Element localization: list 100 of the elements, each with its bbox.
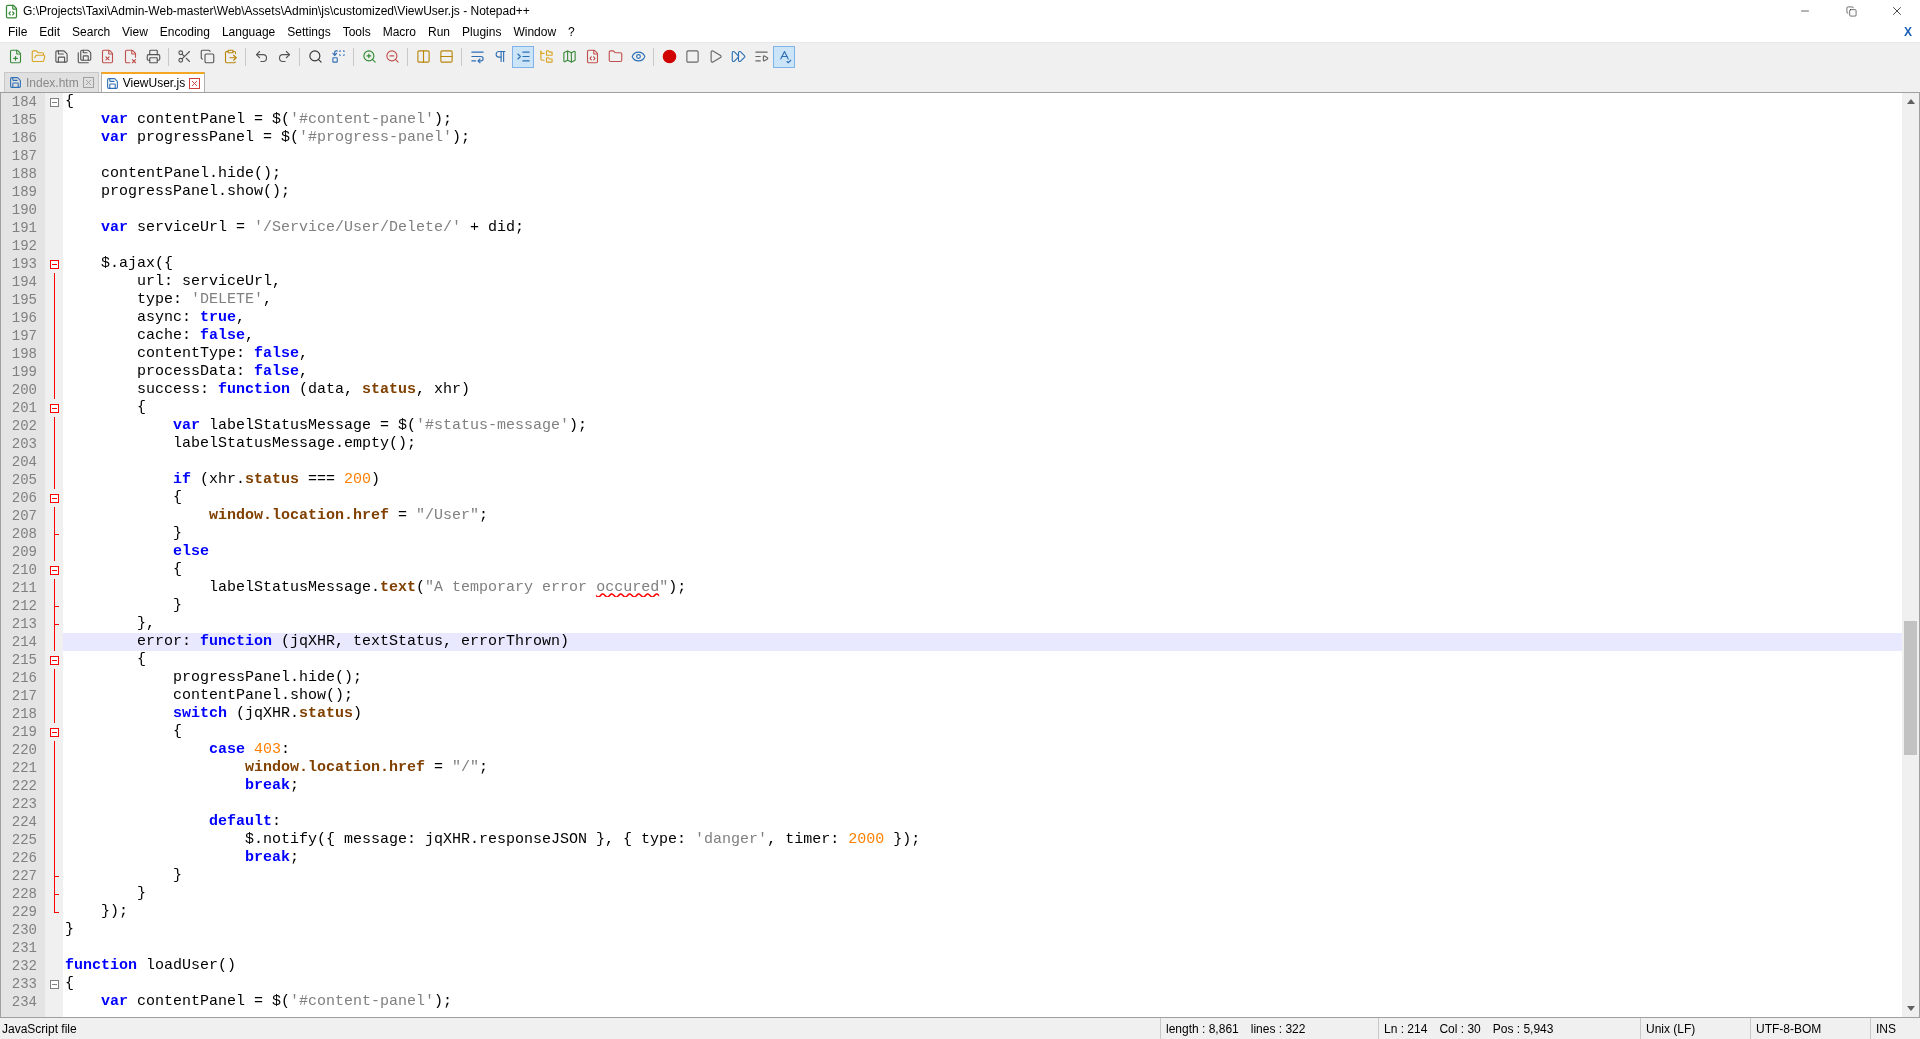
line-number: 204 xyxy=(10,453,38,471)
app-icon xyxy=(4,3,19,19)
tab-label: ViewUser.js xyxy=(122,75,186,92)
tab-close-icon[interactable] xyxy=(189,77,201,89)
save-icon xyxy=(53,49,69,64)
fast-forward-icon xyxy=(730,49,746,64)
line-number: 211 xyxy=(10,579,38,597)
window-title: G:\Projects\Taxi\Admin-Web-master\Web\Assets\Admin\js\customized\ViewUser.js - Notepad++ xyxy=(23,3,530,20)
line-number: 223 xyxy=(10,795,38,813)
pilcrow-icon xyxy=(492,49,508,64)
line-number: 217 xyxy=(10,687,38,705)
menu-item[interactable]: Window xyxy=(507,23,563,41)
close-icon xyxy=(1890,4,1904,18)
line-number: 208 xyxy=(10,525,38,543)
line-number: 199 xyxy=(10,363,38,381)
line-number: 227 xyxy=(10,867,38,885)
fold-toggle-icon[interactable] xyxy=(49,259,59,269)
fold-toggle-icon[interactable] xyxy=(49,97,59,107)
menu-item[interactable]: Edit xyxy=(33,23,67,41)
line-number: 195 xyxy=(10,291,38,309)
scissors-icon xyxy=(176,49,192,64)
menu-item[interactable]: ? xyxy=(562,23,581,41)
zoom-in-icon xyxy=(361,49,377,64)
stop-icon xyxy=(684,49,700,64)
file-icon xyxy=(9,76,22,89)
vertical-scrollbar[interactable] xyxy=(1902,93,1919,1017)
file-tab[interactable]: ViewUser.js xyxy=(100,72,206,92)
menu-item[interactable]: Settings xyxy=(281,23,337,41)
wrap-text-icon xyxy=(469,49,485,64)
line-number: 216 xyxy=(10,669,38,687)
line-number: 228 xyxy=(10,885,38,903)
line-number: 209 xyxy=(10,543,38,561)
file-type-label: JavaScript file xyxy=(1,1020,78,1038)
line-number: 200 xyxy=(10,381,38,399)
fold-toggle-icon[interactable] xyxy=(49,403,59,413)
folder-icon xyxy=(607,49,623,64)
line-number: 224 xyxy=(10,813,38,831)
line-number: 229 xyxy=(10,903,38,921)
line-number: 220 xyxy=(10,741,38,759)
encoding-label: UTF-8-BOM xyxy=(1756,1020,1822,1038)
line-number: 218 xyxy=(10,705,38,723)
scroll-down-icon[interactable] xyxy=(1906,1006,1915,1011)
fold-toggle-icon[interactable] xyxy=(49,493,59,503)
scroll-up-icon[interactable] xyxy=(1906,99,1915,104)
menu-item[interactable]: View xyxy=(116,23,154,41)
fold-toggle-icon[interactable] xyxy=(49,565,59,575)
length-label: length : 8,861 xyxy=(1166,1020,1239,1038)
column-label: Col : 30 xyxy=(1439,1020,1481,1038)
line-number: 215 xyxy=(10,651,38,669)
map-icon xyxy=(561,49,577,64)
indent-guide-button[interactable] xyxy=(512,45,534,68)
menu-item[interactable]: Run xyxy=(422,23,457,41)
play-icon xyxy=(707,49,723,64)
scrollbar-thumb[interactable] xyxy=(1904,620,1917,755)
line-number: 203 xyxy=(10,435,38,453)
position-label: Pos : 5,943 xyxy=(1492,1020,1554,1038)
line-number: 232 xyxy=(10,957,38,975)
line-number: 222 xyxy=(10,777,38,795)
menu-item[interactable]: Search xyxy=(66,23,117,41)
line-number: 206 xyxy=(10,489,38,507)
line-number: 188 xyxy=(10,165,38,183)
fold-toggle-icon[interactable] xyxy=(49,727,59,737)
fold-toggle-icon[interactable] xyxy=(49,655,59,665)
line-number: 197 xyxy=(10,327,38,345)
line-number: 184 xyxy=(10,93,38,111)
line-number: 233 xyxy=(10,975,38,993)
line-number: 225 xyxy=(10,831,38,849)
new-file-icon xyxy=(7,49,23,64)
line-number: 231 xyxy=(10,939,38,957)
fold-toggle-icon[interactable] xyxy=(49,979,59,989)
open-folder-icon xyxy=(30,49,46,64)
line-number: 219 xyxy=(10,723,38,741)
close-document-button[interactable]: X xyxy=(1898,23,1918,41)
line-number: 214 xyxy=(10,633,38,651)
line-number: 226 xyxy=(10,849,38,867)
spell-check-button[interactable] xyxy=(773,45,795,68)
line-number: 221 xyxy=(10,759,38,777)
line-number: 207 xyxy=(10,507,38,525)
line-number: 230 xyxy=(10,921,38,939)
line-number: 192 xyxy=(10,237,38,255)
line-number: 190 xyxy=(10,201,38,219)
eye-icon xyxy=(630,49,646,64)
indent-guide-icon xyxy=(515,49,531,64)
paste-icon xyxy=(222,49,238,64)
line-number: 201 xyxy=(10,399,38,417)
undo-icon xyxy=(253,49,269,64)
printer-icon xyxy=(145,49,161,64)
menu-item[interactable]: Macro xyxy=(376,23,422,41)
line-number: 210 xyxy=(10,561,38,579)
rows-icon xyxy=(438,49,454,64)
menu-item[interactable]: Tools xyxy=(336,23,377,41)
playlist-icon xyxy=(753,49,769,64)
line-ending-label: Unix (LF) xyxy=(1646,1020,1696,1038)
line-number: 185 xyxy=(10,111,38,129)
line-number: 196 xyxy=(10,309,38,327)
menu-item[interactable]: Encoding xyxy=(153,23,216,41)
line-number: 191 xyxy=(10,219,38,237)
menu-item[interactable]: Plugins xyxy=(456,23,508,41)
menu-item[interactable]: File xyxy=(2,23,34,41)
menu-item[interactable]: Language xyxy=(215,23,282,41)
